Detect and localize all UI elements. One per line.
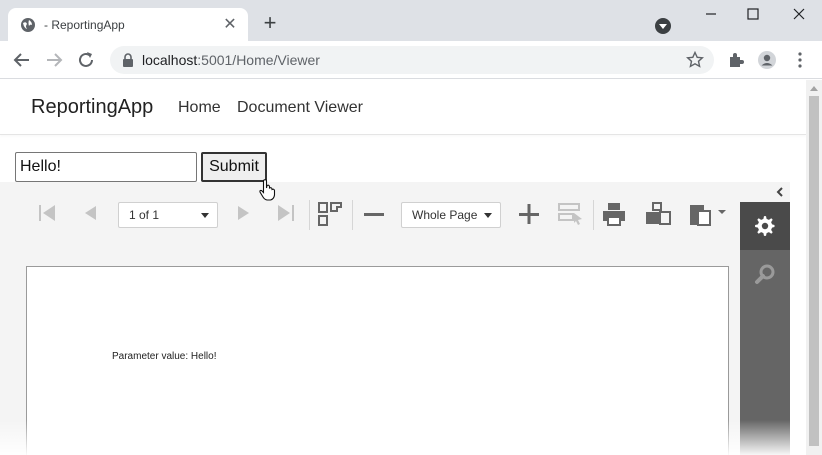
print-icon[interactable] (601, 201, 627, 227)
url-path: :5001/Home/Viewer (197, 52, 320, 68)
app-brand[interactable]: ReportingApp (31, 96, 153, 119)
maximize-icon[interactable] (738, 4, 768, 26)
first-page-icon[interactable] (36, 202, 58, 224)
url-host: localhost (142, 52, 198, 68)
tab-title: - ReportingApp (44, 17, 125, 32)
forward-arrow-icon[interactable] (41, 48, 67, 72)
report-page: Parameter value: Hello! (26, 266, 729, 455)
highlight-editing-fields-icon[interactable] (557, 201, 585, 227)
url-text: localhost:5001/Home/Viewer (142, 52, 320, 68)
profile-avatar-icon[interactable] (757, 50, 777, 70)
address-bar[interactable]: localhost:5001/Home/Viewer (110, 46, 714, 74)
page-selector[interactable]: 1 of 1 (118, 202, 218, 228)
web-page: ReportingApp Home Document Viewer Submit… (0, 80, 806, 455)
zoom-in-icon[interactable] (517, 202, 541, 226)
last-page-icon[interactable] (275, 202, 297, 224)
export-to-icon[interactable] (688, 201, 728, 227)
browser-tab[interactable]: - ReportingApp ✕ (8, 8, 248, 41)
previous-page-icon[interactable] (80, 202, 102, 224)
collapse-panel-chevron-icon[interactable] (774, 186, 786, 198)
back-arrow-icon[interactable] (9, 48, 35, 72)
chevron-down-icon (201, 213, 209, 218)
bookmark-star-icon[interactable] (686, 51, 704, 69)
tab-search-icon[interactable] (652, 15, 674, 37)
viewer-side-panel (740, 182, 790, 455)
multipage-view-icon[interactable] (317, 201, 343, 227)
lock-icon (123, 53, 133, 67)
window-close-icon[interactable] (784, 4, 814, 26)
parameter-input[interactable] (15, 152, 197, 182)
minimize-icon[interactable] (696, 4, 726, 26)
close-tab-icon[interactable]: ✕ (222, 16, 238, 33)
chevron-down-icon (484, 213, 492, 218)
page-scrollbar[interactable] (806, 80, 822, 455)
hand-pointer-cursor-icon (259, 179, 276, 201)
toolbar-divider (593, 200, 594, 230)
toolbar-divider (352, 200, 353, 230)
zoom-out-icon[interactable] (362, 202, 386, 226)
toolbar-divider (309, 200, 310, 230)
report-parameter-text: Parameter value: Hello! (112, 351, 217, 362)
nav-link-document-viewer[interactable]: Document Viewer (237, 99, 363, 117)
viewer-toolbar: 1 of 1 Whole Page (0, 182, 740, 246)
browser-tab-strip: - ReportingApp ✕ + (0, 0, 822, 41)
globe-icon (21, 17, 35, 32)
browser-menu-icon[interactable] (790, 50, 810, 70)
zoom-selector[interactable]: Whole Page (401, 202, 501, 228)
extensions-puzzle-icon[interactable] (726, 50, 746, 70)
scroll-up-arrow-icon[interactable] (810, 86, 818, 91)
page-selector-value: 1 of 1 (129, 208, 160, 222)
search-icon (755, 264, 775, 284)
next-page-icon[interactable] (232, 202, 254, 224)
print-page-icon[interactable] (644, 201, 672, 227)
document-viewer: 1 of 1 Whole Page Parameter value: Hello… (0, 182, 790, 455)
side-tab-search[interactable] (740, 250, 790, 298)
new-tab-icon[interactable]: + (258, 11, 282, 35)
scrollbar-thumb[interactable] (809, 96, 819, 446)
browser-toolbar: localhost:5001/Home/Viewer (0, 41, 822, 79)
reload-icon[interactable] (73, 48, 99, 72)
side-tab-parameters[interactable] (740, 202, 790, 250)
zoom-selector-value: Whole Page (412, 208, 478, 222)
app-navbar: ReportingApp Home Document Viewer (0, 80, 806, 135)
nav-link-home[interactable]: Home (178, 99, 221, 117)
gear-icon (755, 216, 775, 236)
